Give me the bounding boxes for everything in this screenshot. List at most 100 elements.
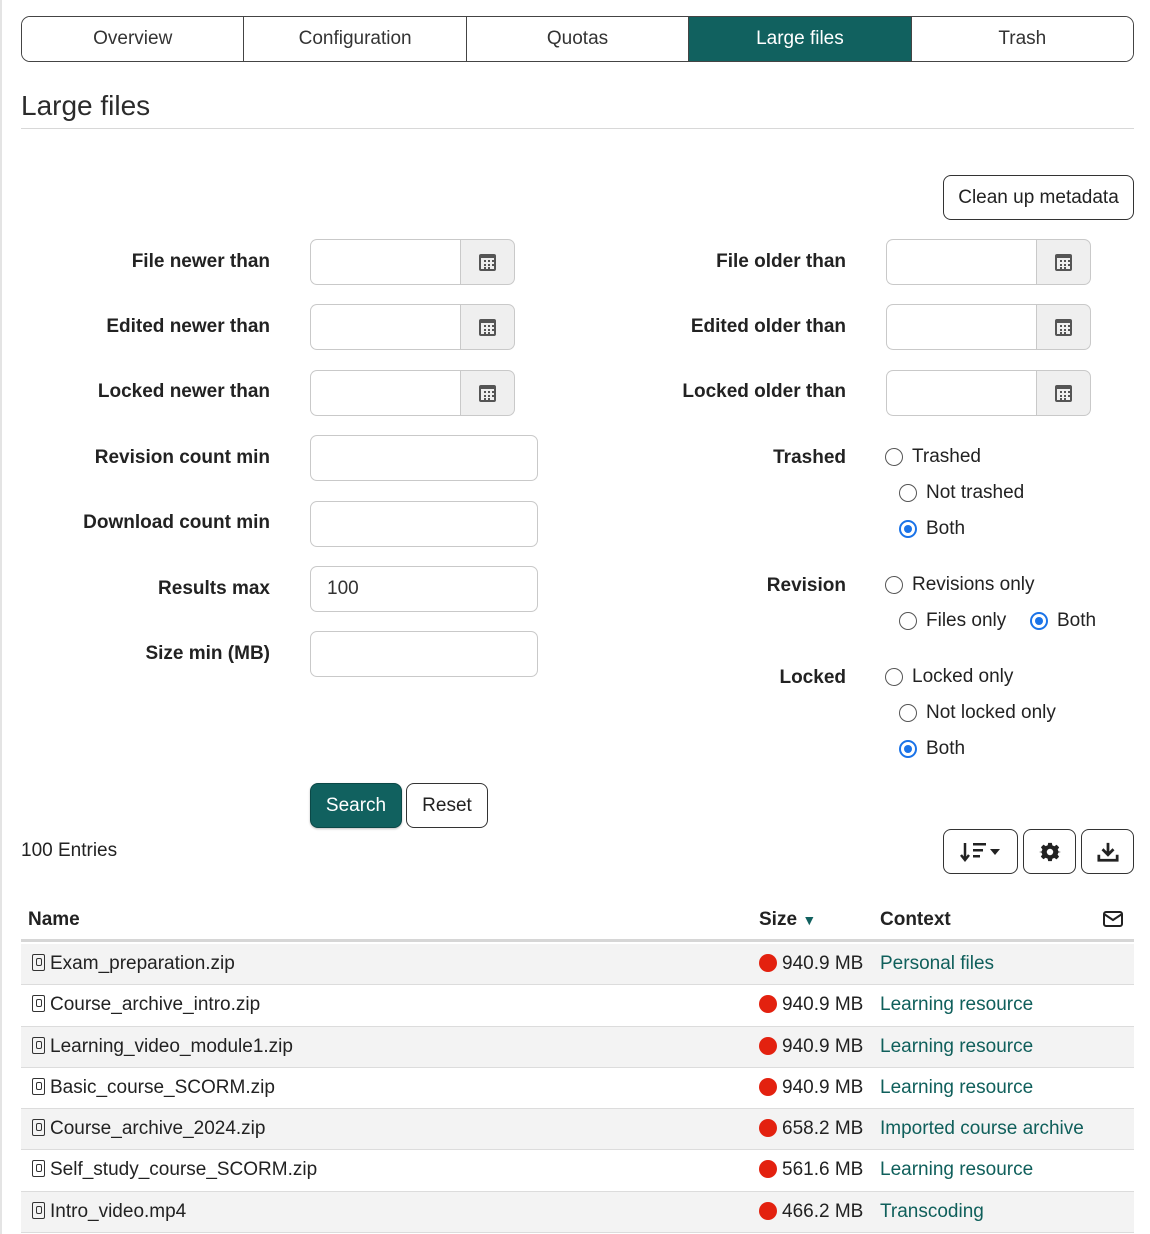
download-icon xyxy=(1096,842,1119,862)
locked-newer-calendar-button[interactable] xyxy=(460,370,515,416)
radio-label: Locked only xyxy=(912,666,1014,687)
column-header-context[interactable]: Context xyxy=(880,909,951,931)
radio-label: Both xyxy=(926,518,966,539)
file-older-input[interactable] xyxy=(886,239,1036,285)
sort-icon xyxy=(959,842,1000,862)
file-name-cell: Learning_video_module1.zip xyxy=(32,1036,293,1058)
radio-circle xyxy=(885,448,903,466)
table-header: Name Size ▼ Context xyxy=(21,898,1134,942)
edited-newer-calendar-button[interactable] xyxy=(460,304,515,350)
edited-older-label: Edited older than xyxy=(690,316,846,337)
radio-circle xyxy=(899,484,917,502)
tab-quotas[interactable]: Quotas xyxy=(466,17,690,61)
results-max-input[interactable] xyxy=(310,566,538,612)
edited-newer-label: Edited newer than xyxy=(106,316,270,337)
context-link[interactable]: Personal files xyxy=(880,953,994,975)
file-newer-label: File newer than xyxy=(131,251,270,272)
download-min-input[interactable] xyxy=(310,501,538,547)
file-name-cell: Course_archive_2024.zip xyxy=(32,1118,265,1140)
file-size: 658.2 MB xyxy=(782,1118,864,1140)
table-body: Exam_preparation.zip 940.9 MB Personal f… xyxy=(21,944,1134,1234)
tab-overview[interactable]: Overview xyxy=(22,17,245,61)
tab-large-files[interactable]: Large files xyxy=(689,17,912,61)
file-older-calendar-button[interactable] xyxy=(1036,239,1091,285)
radio-not-trashed[interactable]: Not trashed xyxy=(899,482,1024,504)
download-button[interactable] xyxy=(1081,829,1134,874)
radio-locked-only[interactable]: Locked only xyxy=(885,666,1013,688)
locked-older-input[interactable] xyxy=(886,370,1036,416)
radio-label: Files only xyxy=(926,610,1007,631)
mail-icon[interactable] xyxy=(1103,911,1123,933)
left-border xyxy=(0,0,2,1234)
edited-newer-input[interactable] xyxy=(310,304,460,350)
context-link[interactable]: Learning resource xyxy=(880,994,1033,1016)
context-link[interactable]: Transcoding xyxy=(880,1201,984,1223)
status-dot xyxy=(759,1077,777,1096)
context-link[interactable]: Learning resource xyxy=(880,1077,1033,1099)
column-header-size[interactable]: Size ▼ xyxy=(759,909,816,931)
file-size: 940.9 MB xyxy=(782,953,864,974)
settings-button[interactable] xyxy=(1023,829,1076,874)
search-button[interactable]: Search xyxy=(310,783,402,828)
file-name-cell: Exam_preparation.zip xyxy=(32,953,235,975)
radio-locked-both[interactable]: Both xyxy=(899,738,965,760)
size-cell: 940.9 MB xyxy=(759,1036,863,1058)
radio-circle xyxy=(1030,612,1048,630)
file-size: 466.2 MB xyxy=(782,1200,864,1222)
locked-newer-date xyxy=(310,370,515,416)
file-name: Learning_video_module1.zip xyxy=(50,1035,293,1057)
column-header-name[interactable]: Name xyxy=(28,909,80,931)
file-name: Course_archive_2024.zip xyxy=(50,1118,266,1140)
file-size: 940.9 MB xyxy=(782,1076,864,1098)
radio-label: Not trashed xyxy=(926,482,1025,503)
file-older-date xyxy=(886,239,1091,285)
results-max-label: Results max xyxy=(158,578,270,599)
table-row: Course_archive_intro.zip 940.9 MB Learni… xyxy=(21,985,1134,1027)
size-cell: 940.9 MB xyxy=(759,953,863,975)
radio-label: Both xyxy=(1057,610,1097,631)
file-newer-calendar-button[interactable] xyxy=(460,239,515,285)
file-name-cell: Intro_video.mp4 xyxy=(32,1201,186,1223)
sort-button[interactable] xyxy=(943,829,1018,874)
tab-trash[interactable]: Trash xyxy=(911,17,1133,61)
status-dot xyxy=(759,1119,777,1138)
table-row: Learning_video_module1.zip 940.9 MB Lear… xyxy=(21,1026,1134,1068)
title-divider xyxy=(21,128,1134,129)
status-dot xyxy=(759,1160,777,1179)
file-newer-input[interactable] xyxy=(310,239,460,285)
size-cell: 466.2 MB xyxy=(759,1201,863,1223)
table-row: Self_study_course_SCORM.zip 561.6 MB Lea… xyxy=(21,1150,1134,1192)
radio-trashed-both[interactable]: Both xyxy=(899,518,965,540)
gear-icon xyxy=(1038,842,1061,861)
locked-newer-input[interactable] xyxy=(310,370,460,416)
edited-older-input[interactable] xyxy=(886,304,1036,350)
radio-revision-both[interactable]: Both xyxy=(1030,610,1096,632)
cleanup-metadata-button[interactable]: Clean up metadata xyxy=(943,175,1134,220)
radio-trashed[interactable]: Trashed xyxy=(885,446,981,468)
context-link[interactable]: Learning resource xyxy=(880,1159,1033,1181)
reset-button[interactable]: Reset xyxy=(406,783,488,828)
file-name: Intro_video.mp4 xyxy=(50,1200,187,1222)
file-zip-icon xyxy=(32,1077,45,1095)
download-min-label: Download count min xyxy=(83,512,270,533)
radio-files-only[interactable]: Files only xyxy=(899,610,1006,632)
locked-older-date xyxy=(886,370,1091,416)
sort-desc-icon: ▼ xyxy=(802,912,817,928)
radio-not-locked-only[interactable]: Not locked only xyxy=(899,702,1056,724)
locked-older-label: Locked older than xyxy=(682,381,846,402)
edited-older-calendar-button[interactable] xyxy=(1036,304,1091,350)
locked-older-calendar-button[interactable] xyxy=(1036,370,1091,416)
radio-revisions-only[interactable]: Revisions only xyxy=(885,574,1035,596)
tab-configuration[interactable]: Configuration xyxy=(244,17,467,61)
size-header-label: Size xyxy=(759,909,798,930)
table-row: Course_archive_2024.zip 658.2 MB Importe… xyxy=(21,1109,1134,1151)
context-link[interactable]: Imported course archive xyxy=(880,1118,1084,1140)
radio-circle xyxy=(899,520,917,538)
revision-min-input[interactable] xyxy=(310,435,538,481)
context-link[interactable]: Learning resource xyxy=(880,1036,1033,1058)
size-min-input[interactable] xyxy=(310,631,538,677)
file-size: 940.9 MB xyxy=(782,1035,864,1057)
status-dot xyxy=(759,954,777,972)
file-name: Course_archive_intro.zip xyxy=(50,994,261,1016)
size-cell: 561.6 MB xyxy=(759,1159,863,1181)
